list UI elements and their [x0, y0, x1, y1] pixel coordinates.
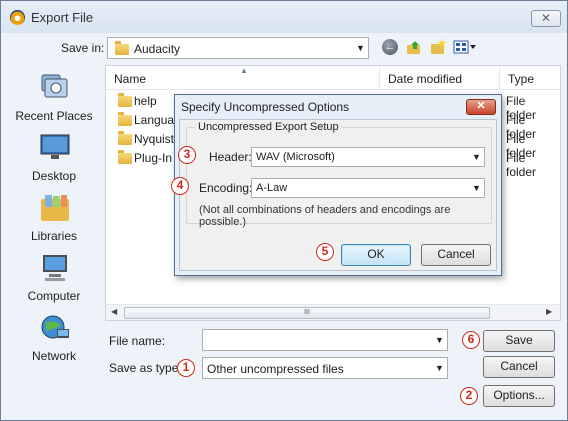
- folder-icon: [118, 131, 132, 145]
- step-marker-6: 6: [462, 331, 480, 349]
- file-name-label: File name:: [109, 334, 166, 348]
- header-dropdown[interactable]: WAV (Microsoft) ▼: [251, 147, 485, 167]
- scrollbar-thumb[interactable]: III: [124, 307, 490, 319]
- cancel-button[interactable]: Cancel: [483, 356, 555, 378]
- export-setup-group: Uncompressed Export Setup Header: WAV (M…: [186, 121, 492, 228]
- folder-icon: [118, 112, 132, 126]
- file-name: Nyquist: [134, 132, 175, 146]
- file-name: Langua: [134, 113, 175, 127]
- desktop-icon: [39, 133, 71, 163]
- place-desktop[interactable]: Desktop: [7, 133, 101, 189]
- group-title: Uncompressed Export Setup: [195, 121, 342, 133]
- place-label: Computer: [27, 289, 81, 303]
- save-as-type-value: Other uncompressed files: [207, 362, 344, 376]
- column-header-name[interactable]: Name ▲: [106, 66, 380, 90]
- scroll-left-icon[interactable]: ◀: [111, 307, 117, 316]
- audacity-app-icon: [10, 10, 25, 25]
- encoding-label: Encoding:: [199, 181, 253, 195]
- place-computer[interactable]: Computer: [7, 253, 101, 309]
- column-header-type[interactable]: Type: [500, 66, 560, 90]
- sort-ascending-icon: ▲: [240, 66, 248, 75]
- title-bar[interactable]: Export File ✕: [1, 1, 567, 33]
- encoding-dropdown[interactable]: A-Law ▼: [251, 178, 485, 198]
- scroll-right-icon[interactable]: ▶: [546, 307, 552, 316]
- horizontal-scrollbar[interactable]: ◀ III ▶: [106, 304, 560, 320]
- folder-icon: [118, 150, 132, 164]
- window-title: Export File: [31, 10, 94, 25]
- options-button[interactable]: Options...: [483, 385, 555, 407]
- place-label: Recent Places: [15, 109, 93, 123]
- chevron-down-icon: ▼: [472, 152, 481, 162]
- up-folder-icon[interactable]: [406, 39, 422, 55]
- step-marker-3: 3: [178, 146, 196, 164]
- file-name: help: [134, 94, 157, 108]
- file-type: File folder: [506, 151, 537, 179]
- places-bar: Recent Places Desktop Libraries Computer…: [7, 67, 101, 367]
- network-icon: [39, 313, 71, 343]
- ok-button[interactable]: OK: [341, 244, 411, 266]
- dialog-title: Specify Uncompressed Options: [181, 100, 350, 114]
- save-in-dropdown[interactable]: Audacity ▼: [107, 37, 369, 59]
- step-marker-2: 2: [460, 387, 478, 405]
- place-libraries[interactable]: Libraries: [7, 193, 101, 249]
- place-label: Libraries: [30, 229, 78, 243]
- chevron-down-icon: ▼: [435, 363, 444, 373]
- chevron-down-icon[interactable]: ▼: [435, 335, 444, 345]
- step-marker-5: 5: [316, 243, 334, 261]
- export-file-dialog: Export File ✕ Save in: Audacity ▼ ← Rece…: [0, 0, 568, 421]
- folder-icon: [118, 93, 132, 107]
- close-button[interactable]: ✕: [531, 10, 561, 27]
- place-label: Network: [31, 349, 76, 363]
- save-button[interactable]: Save: [483, 330, 555, 352]
- encoding-value: A-Law: [256, 182, 288, 194]
- back-icon[interactable]: ←: [382, 39, 398, 55]
- dialog-body: Uncompressed Export Setup Header: WAV (M…: [179, 119, 497, 271]
- encoding-note: (Not all combinations of headers and enc…: [199, 204, 451, 228]
- file-name: Plug-In: [134, 151, 173, 165]
- place-label: Desktop: [31, 169, 77, 183]
- dialog-cancel-button[interactable]: Cancel: [421, 244, 491, 266]
- save-as-type-dropdown[interactable]: Other uncompressed files ▼: [202, 357, 448, 379]
- column-header-date-modified[interactable]: Date modified: [380, 66, 500, 90]
- uncompressed-options-dialog: Specify Uncompressed Options ✕ Uncompres…: [174, 94, 502, 276]
- save-in-value: Audacity: [134, 42, 181, 56]
- computer-icon: [39, 253, 71, 283]
- chevron-down-icon: ▼: [356, 43, 365, 53]
- new-folder-icon[interactable]: [430, 39, 446, 55]
- dialog-close-button[interactable]: ✕: [466, 99, 496, 115]
- header-value: WAV (Microsoft): [256, 151, 335, 163]
- column-label: Date modified: [388, 72, 463, 86]
- view-menu-icon[interactable]: [453, 39, 477, 55]
- folder-icon: [115, 41, 129, 55]
- step-marker-1: 1: [177, 359, 195, 377]
- chevron-down-icon: ▼: [472, 183, 481, 193]
- save-as-type-label: Save as type:: [109, 361, 182, 375]
- header-label: Header:: [209, 150, 252, 164]
- file-name-input[interactable]: ▼: [202, 329, 448, 351]
- save-in-label: Save in:: [61, 41, 105, 55]
- recent-places-icon: [39, 73, 71, 103]
- column-label: Name: [114, 72, 147, 86]
- column-label: Type: [508, 72, 535, 86]
- libraries-icon: [39, 193, 71, 223]
- place-network[interactable]: Network: [7, 313, 101, 369]
- place-recent-places[interactable]: Recent Places: [7, 73, 101, 129]
- step-marker-4: 4: [171, 177, 189, 195]
